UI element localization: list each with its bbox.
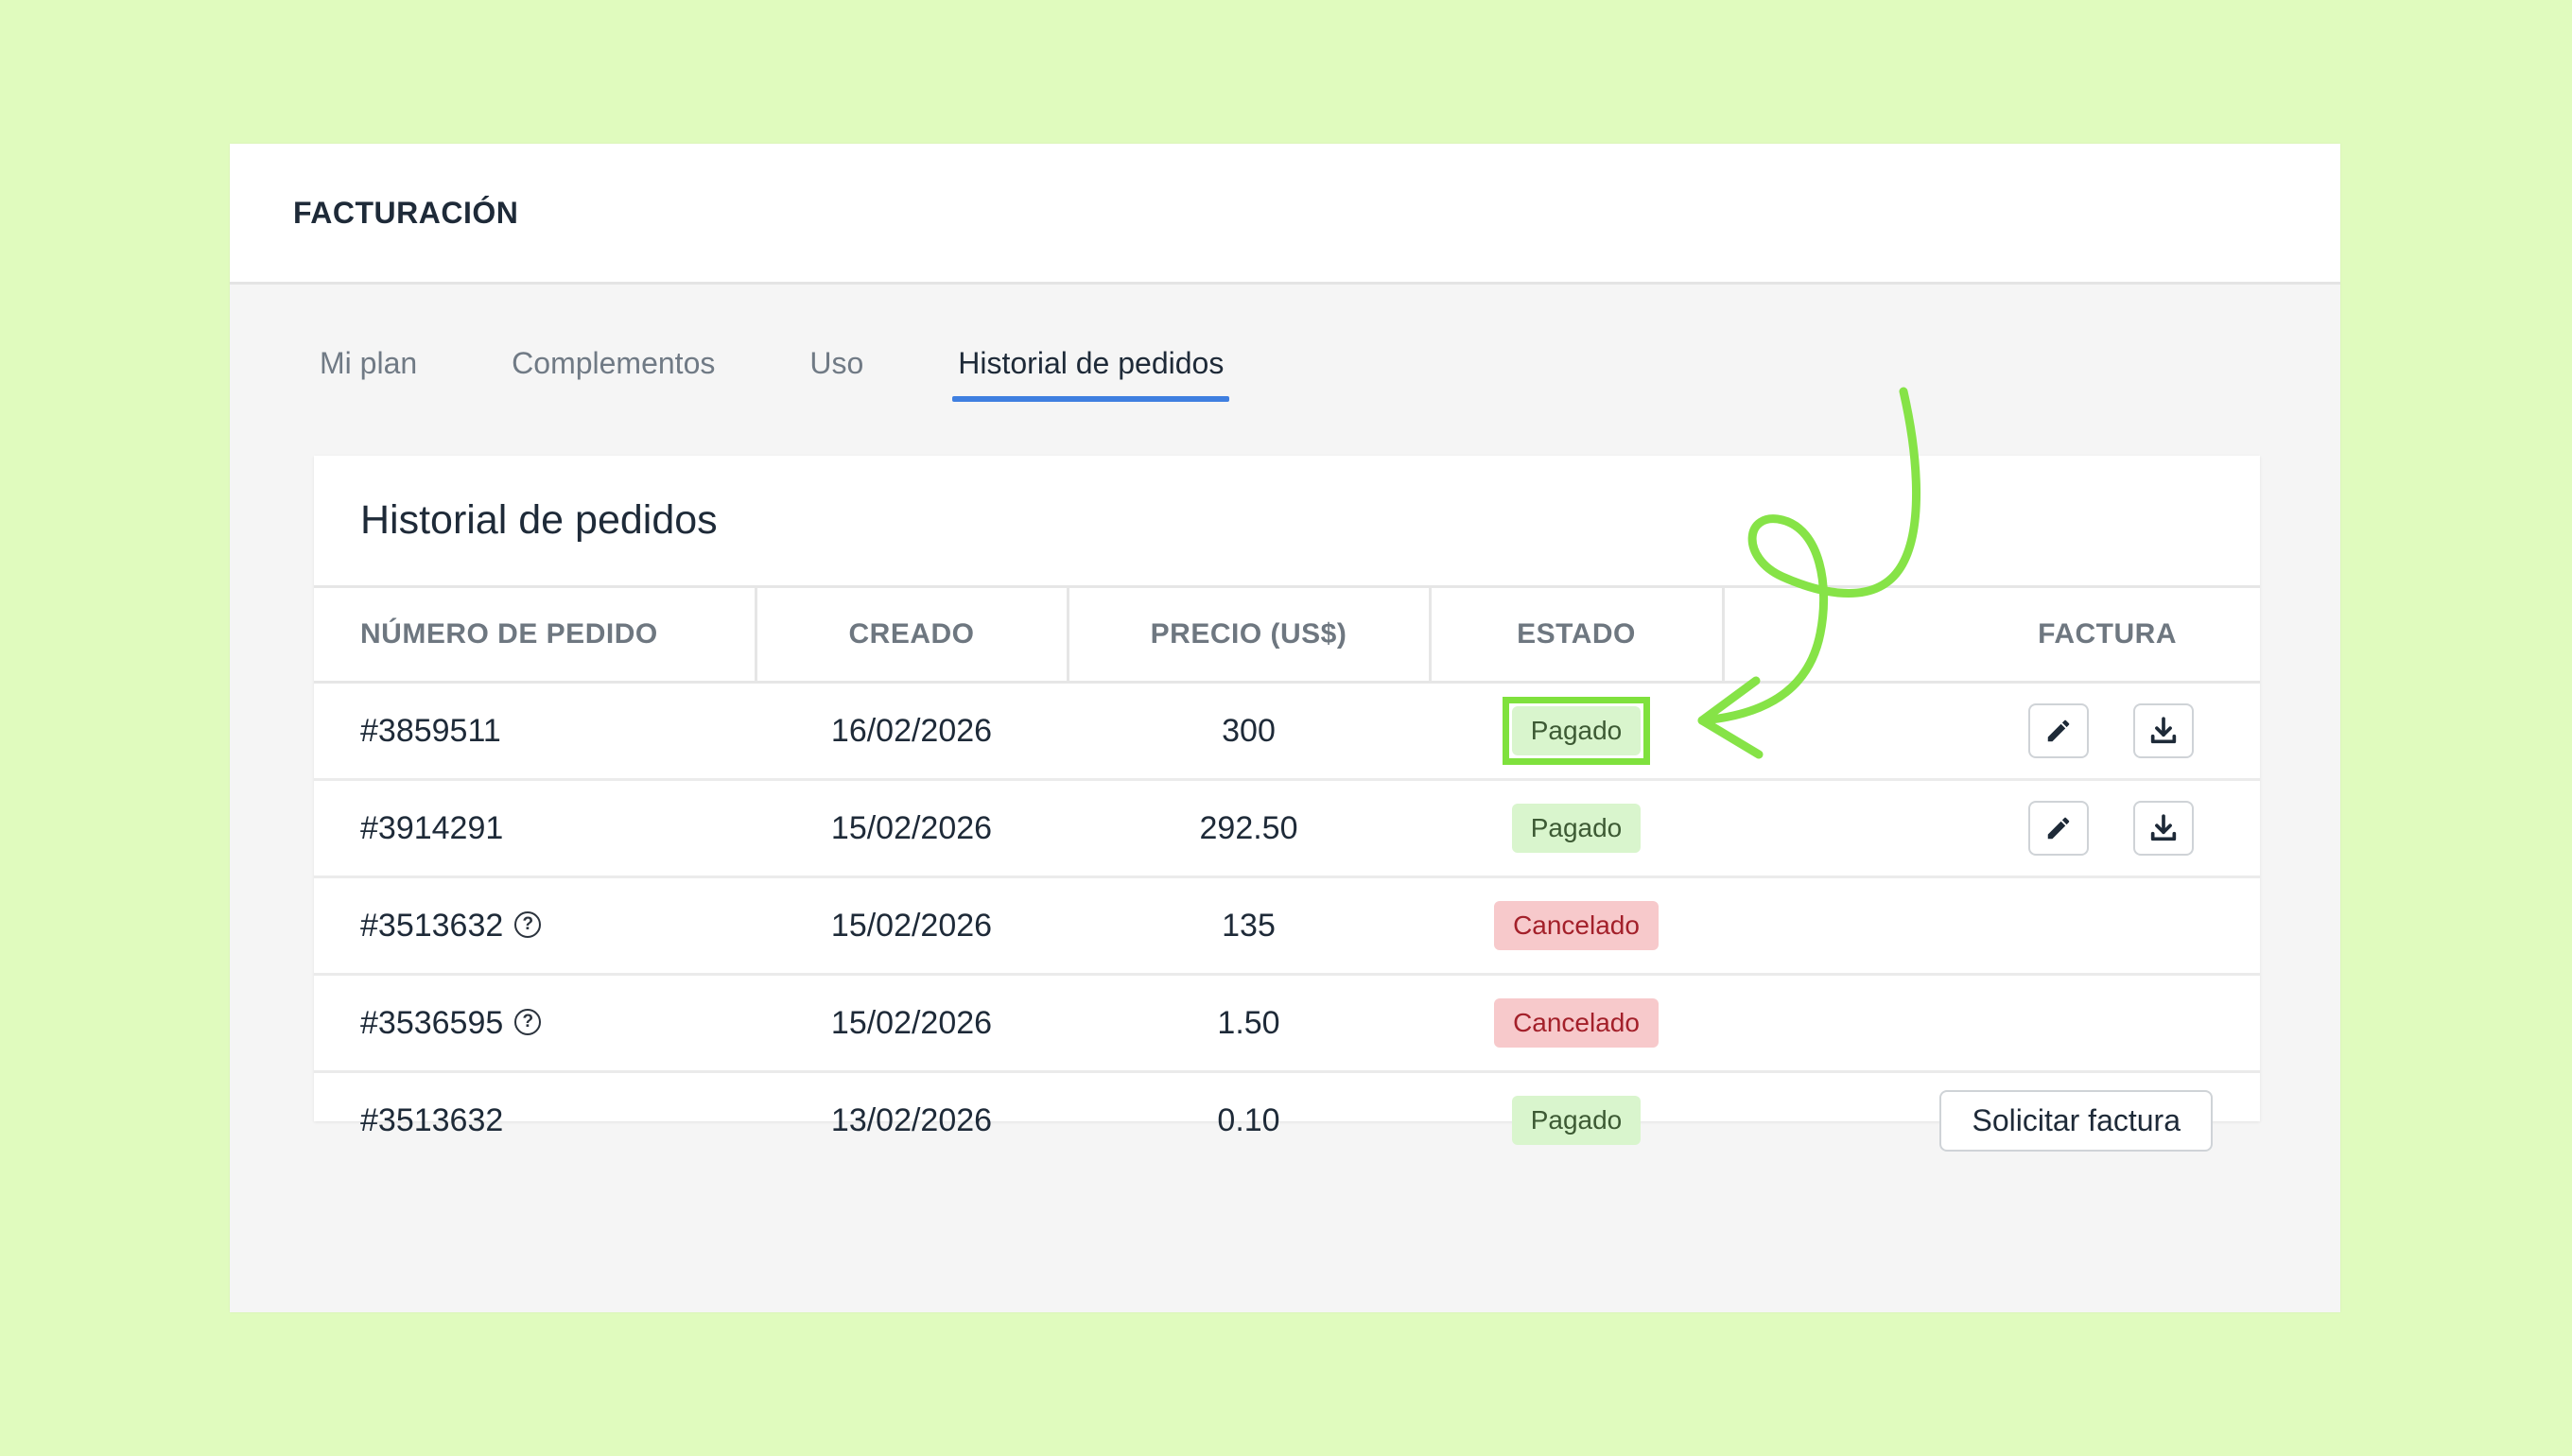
column-header-price: PRECIO (US$) — [1068, 588, 1432, 684]
order-number: #3859511 — [314, 682, 756, 781]
table-header-row: NÚMERO DE PEDIDO CREADO PRECIO (US$) EST… — [314, 588, 2260, 684]
invoice-cell-empty — [1723, 876, 2260, 976]
status-badge: Pagado — [1511, 706, 1642, 755]
created-date: 15/02/2026 — [756, 974, 1068, 1073]
edit-invoice-button[interactable] — [2027, 801, 2089, 856]
table-row: #3859511 16/02/2026 300 Pagado — [314, 682, 2260, 781]
help-circle-icon[interactable]: ? — [514, 1008, 542, 1035]
status-highlight: Pagado — [1502, 697, 1651, 765]
table-row: #3513632 13/02/2026 0.10 Pagado Solicita… — [314, 1072, 2260, 1169]
tab-complementos[interactable]: Complementos — [506, 338, 721, 402]
order-number: #3914291 — [314, 779, 756, 878]
invoice-cell-empty — [1723, 974, 2260, 1073]
order-number: #3513632 — [360, 907, 504, 944]
pencil-icon — [2047, 817, 2069, 840]
help-circle-icon[interactable]: ? — [514, 910, 542, 938]
order-number: #3513632 — [360, 1101, 504, 1138]
column-header-order-number: NÚMERO DE PEDIDO — [314, 588, 757, 684]
page-title: FACTURACIÓN — [293, 195, 519, 230]
table-row: #3536595? 15/02/2026 1.50 Cancelado — [314, 974, 2260, 1073]
download-invoice-button[interactable] — [2133, 703, 2194, 758]
created-date: 13/02/2026 — [830, 1101, 993, 1138]
column-header-invoice: FACTURA — [1723, 588, 2260, 684]
price: 0.10 — [1217, 1101, 1280, 1138]
tab-mi-plan[interactable]: Mi plan — [314, 338, 423, 402]
download-icon — [2150, 717, 2177, 744]
price: 292.50 — [1068, 779, 1430, 878]
billing-window: FACTURACIÓN Mi plan Complementos Uso His… — [230, 144, 2340, 1312]
status-badge: Pagado — [1511, 804, 1642, 853]
tab-historial-de-pedidos[interactable]: Historial de pedidos — [952, 338, 1230, 402]
table-row: #3914291 15/02/2026 292.50 Pagado — [314, 779, 2260, 878]
edit-invoice-button[interactable] — [2027, 703, 2089, 758]
download-icon — [2150, 814, 2177, 841]
order-table: NÚMERO DE PEDIDO CREADO PRECIO (US$) EST… — [314, 588, 2260, 1168]
request-invoice-button[interactable]: Solicitar factura — [1939, 1089, 2213, 1152]
created-date: 16/02/2026 — [756, 682, 1068, 781]
column-header-status: ESTADO — [1430, 588, 1725, 684]
download-invoice-button[interactable] — [2133, 801, 2194, 856]
price: 1.50 — [1068, 974, 1430, 1073]
pencil-icon — [2047, 719, 2069, 742]
status-badge: Cancelado — [1494, 998, 1659, 1048]
tab-uso[interactable]: Uso — [804, 338, 869, 402]
column-header-created: CREADO — [756, 588, 1069, 684]
order-number: #3536595 — [360, 1004, 504, 1041]
created-date: 15/02/2026 — [756, 876, 1068, 976]
price: 135 — [1068, 876, 1430, 976]
order-history-card: Historial de pedidos NÚMERO DE PEDIDO CR… — [314, 456, 2260, 1152]
created-date: 15/02/2026 — [756, 779, 1068, 878]
table-row: #3513632? 15/02/2026 135 Cancelado — [314, 876, 2260, 976]
price: 300 — [1068, 682, 1430, 781]
status-badge: Cancelado — [1494, 901, 1659, 950]
header: FACTURACIÓN — [230, 144, 2340, 285]
card-title: Historial de pedidos — [314, 456, 2260, 588]
status-badge: Pagado — [1511, 1096, 1642, 1145]
tab-bar: Mi plan Complementos Uso Historial de pe… — [314, 338, 1312, 402]
